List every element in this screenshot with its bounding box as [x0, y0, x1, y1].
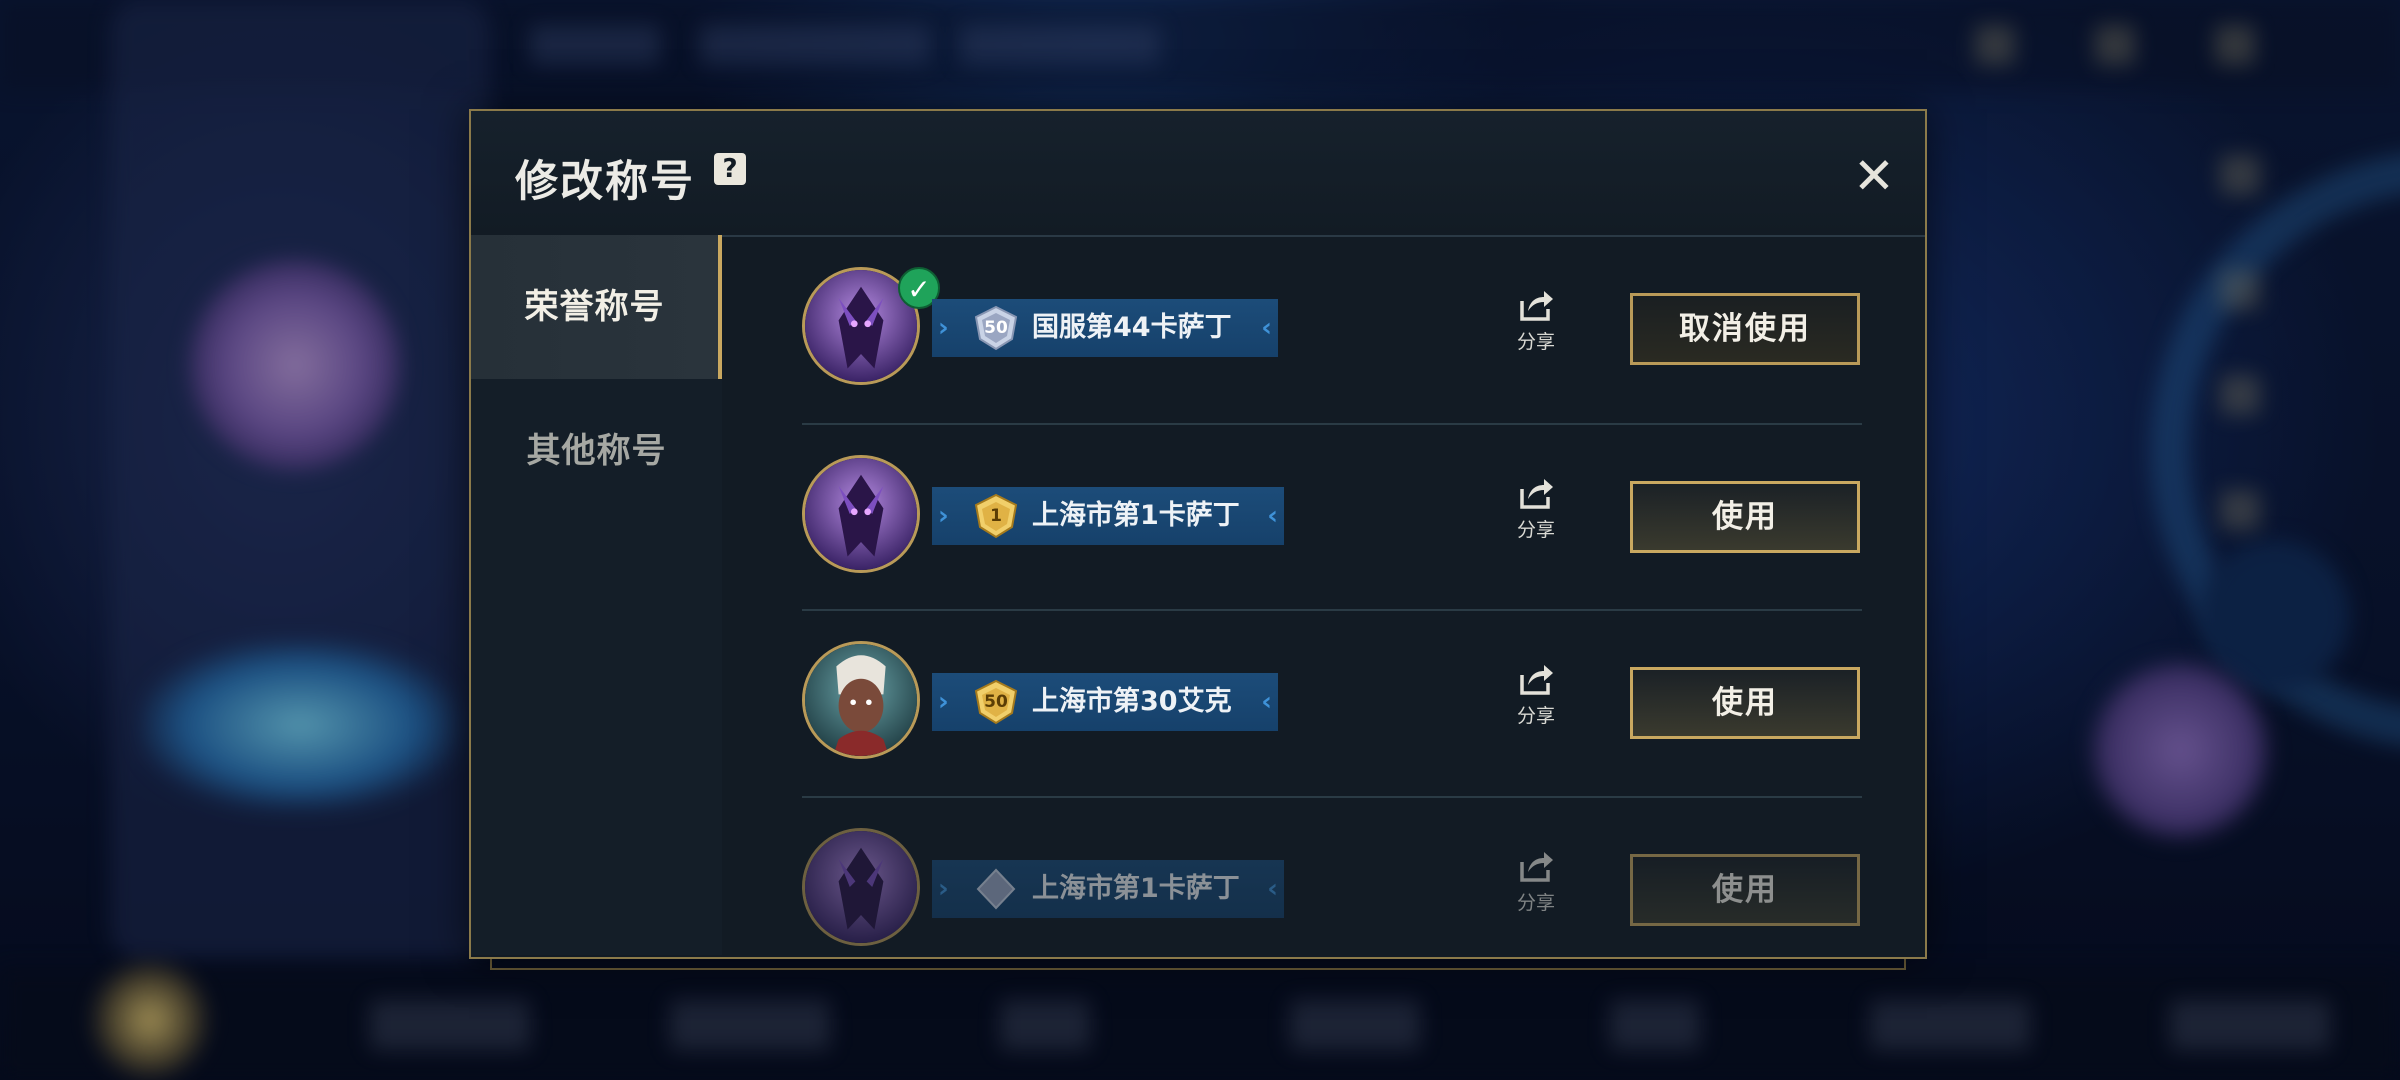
hero-avatar-ekko: [802, 641, 920, 759]
title-banner: › 1 上海市第1卡萨丁 ‹: [932, 487, 1284, 545]
share-icon: [1520, 291, 1553, 321]
close-icon[interactable]: ✕: [1849, 151, 1899, 201]
share-label: 分享: [1516, 519, 1555, 541]
help-icon[interactable]: ?: [714, 153, 746, 185]
title-category-tabs: 荣誉称号 其他称号: [471, 235, 722, 955]
rank-number: 50: [984, 318, 1008, 338]
chevron-left-icon: ‹: [1267, 501, 1278, 531]
hero-avatar-kassadin: [802, 828, 920, 946]
share-button[interactable]: 分享: [1509, 846, 1563, 926]
share-button[interactable]: 分享: [1509, 473, 1563, 553]
tab-honor-titles[interactable]: 荣誉称号: [471, 235, 722, 379]
share-label: 分享: [1516, 892, 1555, 914]
dialog-title: 修改称号: [515, 157, 695, 207]
tab-other-titles[interactable]: 其他称号: [471, 379, 722, 523]
use-button[interactable]: 使用: [1630, 481, 1860, 553]
chevron-left-icon: ‹: [1267, 874, 1278, 904]
chevron-right-icon: ›: [938, 501, 949, 531]
title-row: › 1 上海市第1卡萨丁 ‹ 分享 使用: [722, 423, 1922, 610]
title-banner: › 50 国服第44卡萨丁 ‹: [932, 299, 1278, 357]
title-row: › 50 上海市第30艾克 ‹ 分享 使用: [722, 609, 1922, 796]
share-button[interactable]: 分享: [1509, 659, 1563, 739]
title-banner: › 50 上海市第30艾克 ‹: [932, 673, 1278, 731]
chevron-left-icon: ‹: [1261, 313, 1272, 343]
chevron-right-icon: ›: [938, 874, 949, 904]
chevron-right-icon: ›: [938, 687, 949, 717]
hero-avatar-kassadin: [802, 455, 920, 573]
chevron-left-icon: ‹: [1261, 687, 1272, 717]
chevron-right-icon: ›: [938, 313, 949, 343]
share-button[interactable]: 分享: [1509, 285, 1563, 365]
title-text: 上海市第1卡萨丁: [1032, 873, 1240, 904]
title-row: › 上海市第1卡萨丁 ‹ 分享 使用: [722, 796, 1922, 983]
share-label: 分享: [1516, 331, 1555, 353]
rank-number: 1: [990, 506, 1002, 526]
title-banner: › 上海市第1卡萨丁 ‹: [932, 860, 1284, 918]
share-icon: [1520, 665, 1553, 695]
change-title-dialog: 修改称号 ? ✕ 荣誉称号 其他称号 ✓ › 50 国服第44卡萨丁 ‹ 分享 …: [469, 109, 1927, 959]
title-text: 国服第44卡萨丁: [1032, 312, 1232, 343]
title-text: 上海市第30艾克: [1032, 686, 1232, 717]
use-button[interactable]: 使用: [1630, 667, 1860, 739]
rank-number: 50: [984, 692, 1008, 712]
title-row: ✓ › 50 国服第44卡萨丁 ‹ 分享 取消使用: [722, 235, 1922, 422]
title-text: 上海市第1卡萨丁: [1032, 500, 1240, 531]
share-icon: [1520, 479, 1553, 509]
silver-rank-badge-icon: [972, 866, 1020, 912]
dialog-header: 修改称号 ? ✕: [471, 111, 1925, 237]
share-label: 分享: [1516, 705, 1555, 727]
unequip-button[interactable]: 取消使用: [1630, 293, 1860, 365]
use-button[interactable]: 使用: [1630, 854, 1860, 926]
title-list: ✓ › 50 国服第44卡萨丁 ‹ 分享 取消使用 › 1 上海市第1卡萨丁 ‹…: [722, 235, 1922, 1021]
share-icon: [1520, 852, 1553, 882]
